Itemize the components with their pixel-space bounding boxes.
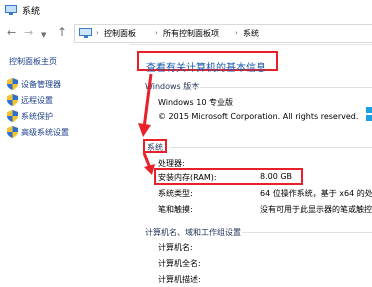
system-type-label: 系统类型:	[158, 189, 193, 198]
control-panel-icon	[79, 28, 92, 38]
system-type-value: 64 位操作系统，基于 x64 的处理器	[260, 189, 372, 198]
window-title: 系统	[22, 7, 41, 17]
page-title: 查看有关计算机的基本信息	[146, 63, 266, 74]
section-divider	[192, 87, 372, 88]
computer-name-section-label: 计算机名、域和工作组设置	[145, 228, 241, 237]
shield-icon	[7, 78, 18, 90]
breadcrumb-system[interactable]: 系统	[243, 28, 259, 39]
sidebar-item-label: 设备管理器	[21, 80, 61, 89]
back-arrow-icon[interactable]: ←	[7, 26, 16, 40]
up-arrow-icon[interactable]: ↑	[57, 25, 67, 39]
forward-arrow-icon[interactable]: →	[24, 26, 33, 40]
computer-name-label: 计算机名:	[158, 243, 193, 252]
sidebar-item-system-protection[interactable]: 系统保护	[7, 110, 127, 123]
sidebar-item-device-manager[interactable]: 设备管理器	[7, 78, 127, 91]
computer-description-label: 计算机描述:	[158, 275, 201, 284]
sidebar-item-remote-settings[interactable]: 远程设置	[7, 94, 127, 107]
pen-touch-label: 笔和触摸:	[158, 205, 193, 214]
pen-touch-value: 没有可用于此显示器的笔或触控输入	[260, 205, 372, 214]
system-section-label: 系统	[147, 143, 163, 152]
breadcrumb-separator-icon: ›	[96, 29, 99, 37]
copyright-text: © 2015 Microsoft Corporation. All rights…	[158, 112, 359, 121]
section-divider	[242, 232, 372, 233]
breadcrumb-all-items[interactable]: 所有控制面板项	[163, 28, 219, 39]
sidebar-item-label: 远程设置	[21, 96, 53, 105]
windows-logo-icon	[366, 107, 372, 113]
system-window-icon	[5, 5, 17, 15]
windows-logo-icon	[366, 115, 372, 121]
breadcrumb-separator-icon: ›	[235, 29, 238, 37]
installed-ram-value: 8.00 GB	[260, 172, 293, 181]
installed-ram-label: 安装内存(RAM):	[158, 173, 217, 182]
sidebar-item-advanced-settings[interactable]: 高级系统设置	[7, 126, 127, 139]
navigation-bar: ← → ▼ ↑ › 控制面板 › 所有控制面板项 › 系统	[0, 22, 372, 45]
section-divider	[170, 147, 372, 148]
main-content: 查看有关计算机的基本信息 Windows 版本 Windows 10 专业版 ©…	[130, 44, 372, 287]
shield-icon	[7, 110, 18, 122]
windows-edition-value: Windows 10 专业版	[158, 98, 233, 107]
breadcrumb-separator-icon: ›	[155, 29, 158, 37]
sidebar: 控制面板主页 设备管理器 远程设置 系统保护 高级系统设置	[0, 44, 130, 287]
sidebar-item-label: 系统保护	[21, 112, 53, 121]
title-bar: 系统	[0, 0, 372, 22]
address-bar[interactable]: › 控制面板 › 所有控制面板项 › 系统	[74, 24, 372, 43]
computer-fullname-label: 计算机全名:	[158, 259, 201, 268]
recent-locations-chevron-icon[interactable]: ▼	[41, 28, 46, 42]
breadcrumb-control-panel[interactable]: 控制面板	[104, 28, 136, 39]
shield-icon	[7, 94, 18, 106]
sidebar-home-link[interactable]: 控制面板主页	[9, 56, 57, 67]
shield-icon	[7, 126, 18, 138]
sidebar-item-label: 高级系统设置	[21, 128, 69, 137]
